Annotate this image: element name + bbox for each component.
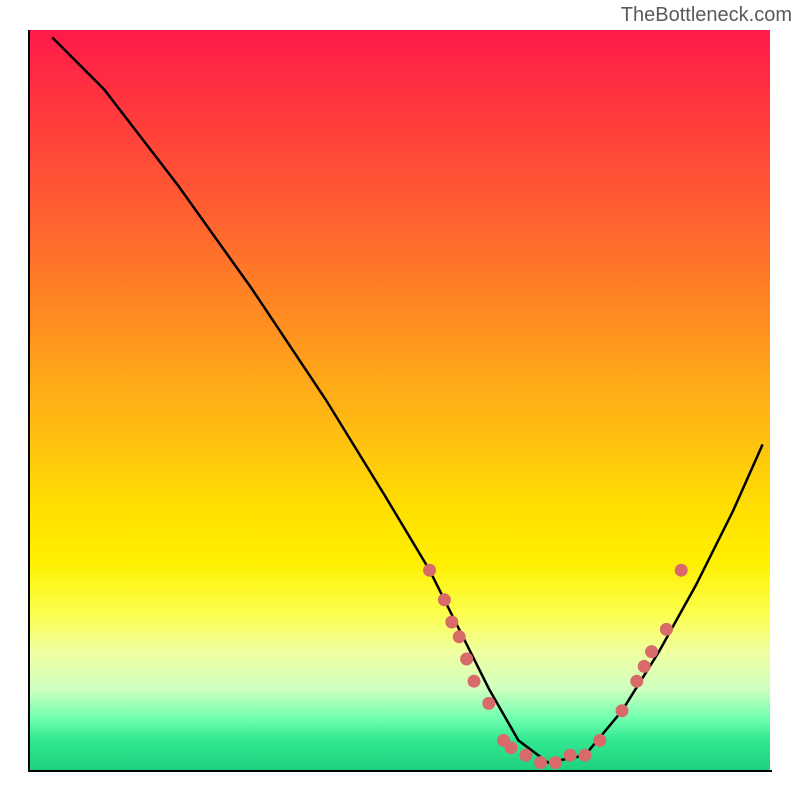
- data-point: [534, 756, 547, 769]
- data-point: [675, 564, 688, 577]
- x-axis: [28, 770, 772, 772]
- data-point: [505, 741, 518, 754]
- data-point: [645, 645, 658, 658]
- data-point: [660, 623, 673, 636]
- data-point: [519, 749, 532, 762]
- data-point: [460, 653, 473, 666]
- data-point: [593, 734, 606, 747]
- data-point: [423, 564, 436, 577]
- data-points: [423, 564, 688, 769]
- data-point: [638, 660, 651, 673]
- data-point: [445, 616, 458, 629]
- data-point: [564, 749, 577, 762]
- data-point: [438, 593, 451, 606]
- data-point: [579, 749, 592, 762]
- data-point: [630, 675, 643, 688]
- chart-svg: [30, 30, 770, 770]
- chart-container: TheBottleneck.com: [0, 0, 800, 800]
- data-point: [468, 675, 481, 688]
- data-point: [482, 697, 495, 710]
- data-point: [616, 704, 629, 717]
- data-point: [453, 630, 466, 643]
- data-point: [549, 756, 562, 769]
- watermark-text: TheBottleneck.com: [621, 4, 792, 27]
